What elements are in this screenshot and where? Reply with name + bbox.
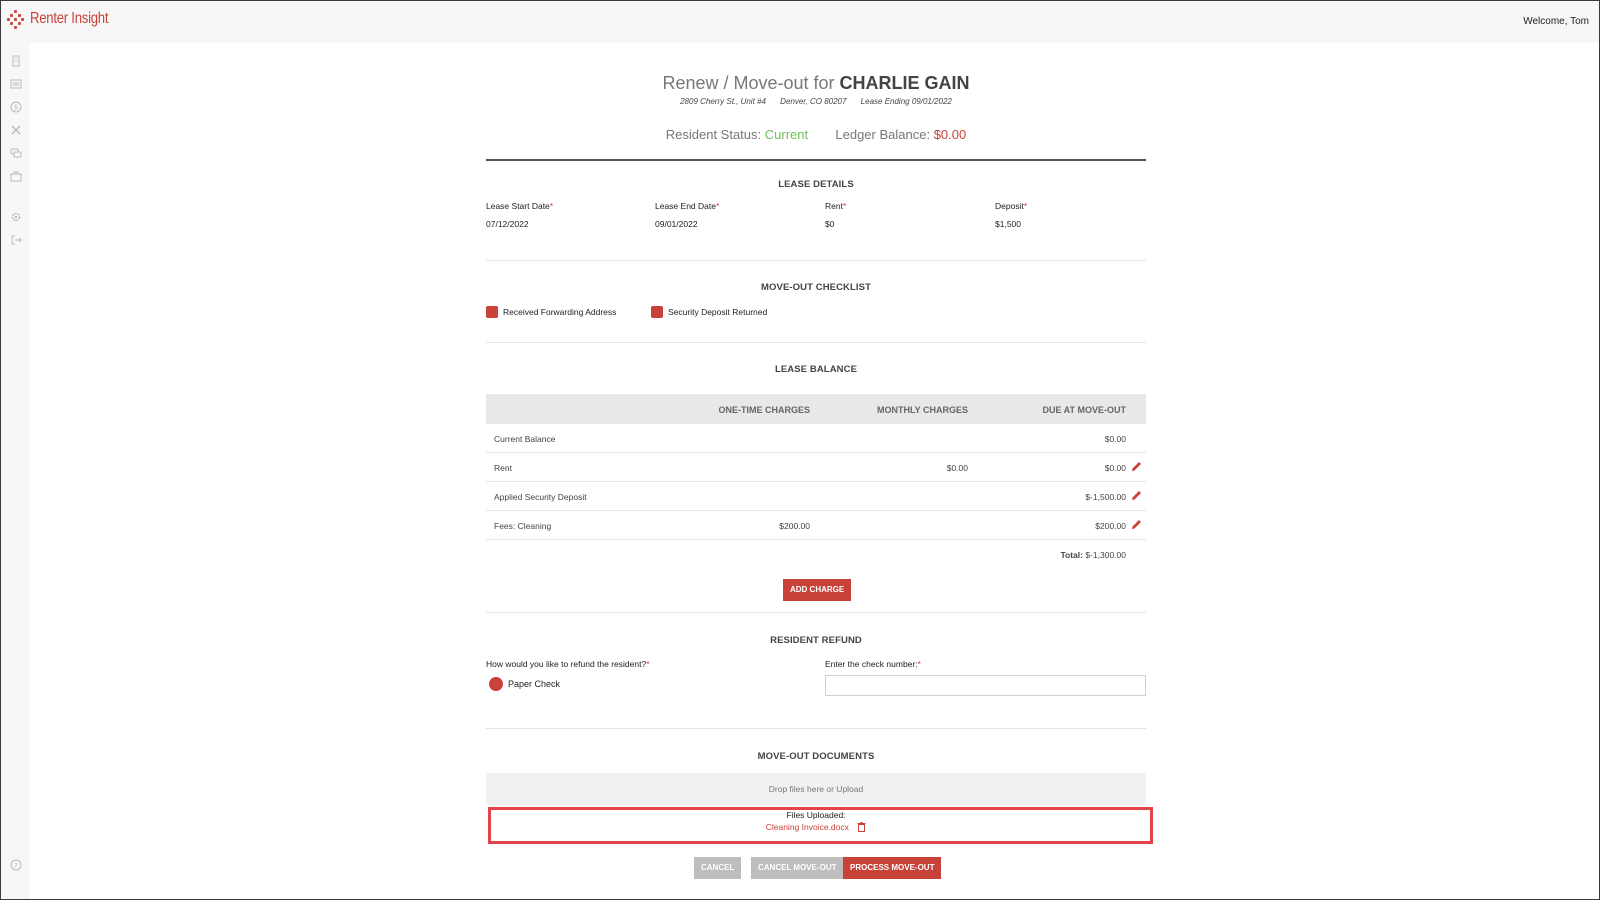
deposit-returned-checkbox[interactable]: Security Deposit Returned <box>651 306 767 318</box>
list-icon[interactable] <box>10 78 22 90</box>
status-value: Current <box>764 127 809 142</box>
lease-start-value: 07/12/2022 <box>486 219 529 229</box>
deposit-label: Deposit <box>995 201 1024 211</box>
radio-selected-icon[interactable] <box>489 677 503 691</box>
table-row: Current Balance $0.00 <box>486 424 1146 453</box>
chat-icon[interactable] <box>10 147 22 159</box>
deposit-field: Deposit* $1,500 <box>995 201 1028 229</box>
logout-icon[interactable] <box>10 234 22 246</box>
rent-value: $0 <box>825 219 835 229</box>
check-number-input[interactable] <box>825 675 1146 696</box>
check-number-label: Enter the check number: <box>825 659 918 669</box>
logo-diamond-icon <box>7 10 25 29</box>
col-one-time: ONE-TIME CHARGES <box>718 405 810 415</box>
cancel-button[interactable]: CANCEL <box>694 857 742 879</box>
title-prefix: Renew / Move-out for <box>662 73 835 93</box>
table-header: ONE-TIME CHARGES MONTHLY CHARGES DUE AT … <box>486 394 1146 424</box>
header-divider <box>486 159 1146 161</box>
row-due: $200.00 <box>1095 521 1126 531</box>
divider <box>486 342 1146 343</box>
help-icon[interactable]: ? <box>10 859 22 871</box>
files-uploaded-label: Files Uploaded: <box>786 810 846 820</box>
logo-text: Renter Insight <box>30 10 109 27</box>
lease-subtitle: 2809 Cherry St., Unit #4 Denver, CO 8020… <box>486 97 1146 106</box>
paper-check-label: Paper Check <box>508 679 561 689</box>
city-text: Denver, CO 80207 <box>780 97 847 106</box>
svg-text:?: ? <box>14 862 18 870</box>
edit-pencil-icon[interactable] <box>1131 519 1142 530</box>
lease-details-heading: LEASE DETAILS <box>778 179 854 190</box>
lease-end-label: Lease End Date <box>655 201 716 211</box>
lease-balance-table: ONE-TIME CHARGES MONTHLY CHARGES DUE AT … <box>486 394 1146 569</box>
top-bar: Renter Insight Welcome, Tom <box>1 1 1599 43</box>
address-text: 2809 Cherry St., Unit #4 <box>680 97 766 106</box>
status-label: Resident Status: <box>665 127 762 142</box>
add-charge-button[interactable]: ADD CHARGE <box>783 579 852 601</box>
file-drop-zone[interactable]: Drop files here or Upload <box>486 773 1146 805</box>
row-due: $-1,500.00 <box>1085 492 1126 502</box>
lease-end-value: 09/01/2022 <box>655 219 698 229</box>
rent-label: Rent <box>825 201 843 211</box>
checkbox-icon[interactable] <box>486 306 498 318</box>
row-label: Rent <box>494 463 512 473</box>
app-window: Renter Insight Welcome, Tom $ ? Renew / … <box>0 0 1600 900</box>
lease-start-field: Lease Start Date* 07/12/2022 <box>486 201 554 229</box>
checklist-heading: MOVE-OUT CHECKLIST <box>761 282 871 293</box>
refund-question: How would you like to refund the residen… <box>486 659 650 669</box>
uploaded-file: Cleaning Invoice.docx <box>486 822 1146 832</box>
file-name-link[interactable]: Cleaning Invoice.docx <box>766 822 849 832</box>
status-line: Resident Status: Current Ledger Balance:… <box>486 127 1146 142</box>
total-label: Total: <box>1060 550 1083 560</box>
table-row: Fees: Cleaning $200.00 $200.00 <box>486 511 1146 540</box>
divider <box>486 260 1146 261</box>
logo[interactable]: Renter Insight <box>7 10 125 29</box>
table-row: Rent $0.00 $0.00 <box>486 453 1146 482</box>
rent-field: Rent* $0 <box>825 201 847 229</box>
lease-ending-text: Lease Ending 09/01/2022 <box>860 97 952 106</box>
edit-pencil-icon[interactable] <box>1131 490 1142 501</box>
total-value: $-1,300.00 <box>1085 550 1126 560</box>
documents-heading: MOVE-OUT DOCUMENTS <box>757 751 875 762</box>
forwarding-address-checkbox[interactable]: Received Forwarding Address <box>486 306 616 318</box>
lease-balance-heading: LEASE BALANCE <box>774 364 858 375</box>
row-label: Fees: Cleaning <box>494 521 552 531</box>
total-row: Total: $-1,300.00 <box>486 540 1146 569</box>
col-monthly: MONTHLY CHARGES <box>876 405 968 415</box>
refund-heading: RESIDENT REFUND <box>770 635 862 646</box>
process-move-out-button[interactable]: PROCESS MOVE-OUT <box>843 857 942 879</box>
svg-text:$: $ <box>14 104 18 112</box>
gear-icon[interactable] <box>10 211 22 223</box>
edit-pencil-icon[interactable] <box>1131 461 1142 472</box>
row-label: Applied Security Deposit <box>494 492 587 502</box>
dollar-icon[interactable]: $ <box>10 101 22 113</box>
divider <box>486 612 1146 613</box>
briefcase-icon[interactable] <box>10 170 22 182</box>
ledger-label: Ledger Balance: <box>835 127 931 142</box>
cancel-move-out-button[interactable]: CANCEL MOVE-OUT <box>751 857 844 879</box>
row-one-time: $200.00 <box>779 521 810 531</box>
deposit-returned-label: Security Deposit Returned <box>668 307 768 317</box>
row-due: $0.00 <box>1104 463 1126 473</box>
lease-start-label: Lease Start Date <box>486 201 550 211</box>
trash-icon[interactable] <box>857 822 866 832</box>
sidebar: $ ? <box>1 43 30 899</box>
forwarding-address-label: Received Forwarding Address <box>503 307 617 317</box>
row-label: Current Balance <box>494 434 556 444</box>
tenant-name: CHARLIE GAIN <box>839 73 970 93</box>
divider <box>486 728 1146 729</box>
ledger-value: $0.00 <box>933 127 967 142</box>
row-monthly: $0.00 <box>946 463 968 473</box>
building-icon[interactable] <box>10 55 22 67</box>
lease-end-field: Lease End Date* 09/01/2022 <box>655 201 720 229</box>
refund-question-label: How would you like to refund the residen… <box>486 659 647 669</box>
paper-check-radio[interactable]: Paper Check <box>489 677 560 691</box>
page-title: Renew / Move-out for CHARLIE GAIN <box>486 73 1146 94</box>
table-row: Applied Security Deposit $-1,500.00 <box>486 482 1146 511</box>
tools-icon[interactable] <box>10 124 22 136</box>
row-due: $0.00 <box>1104 434 1126 444</box>
welcome-text[interactable]: Welcome, Tom <box>1523 16 1589 27</box>
deposit-value: $1,500 <box>995 219 1021 229</box>
checkbox-icon[interactable] <box>651 306 663 318</box>
col-due: DUE AT MOVE-OUT <box>1042 405 1127 415</box>
